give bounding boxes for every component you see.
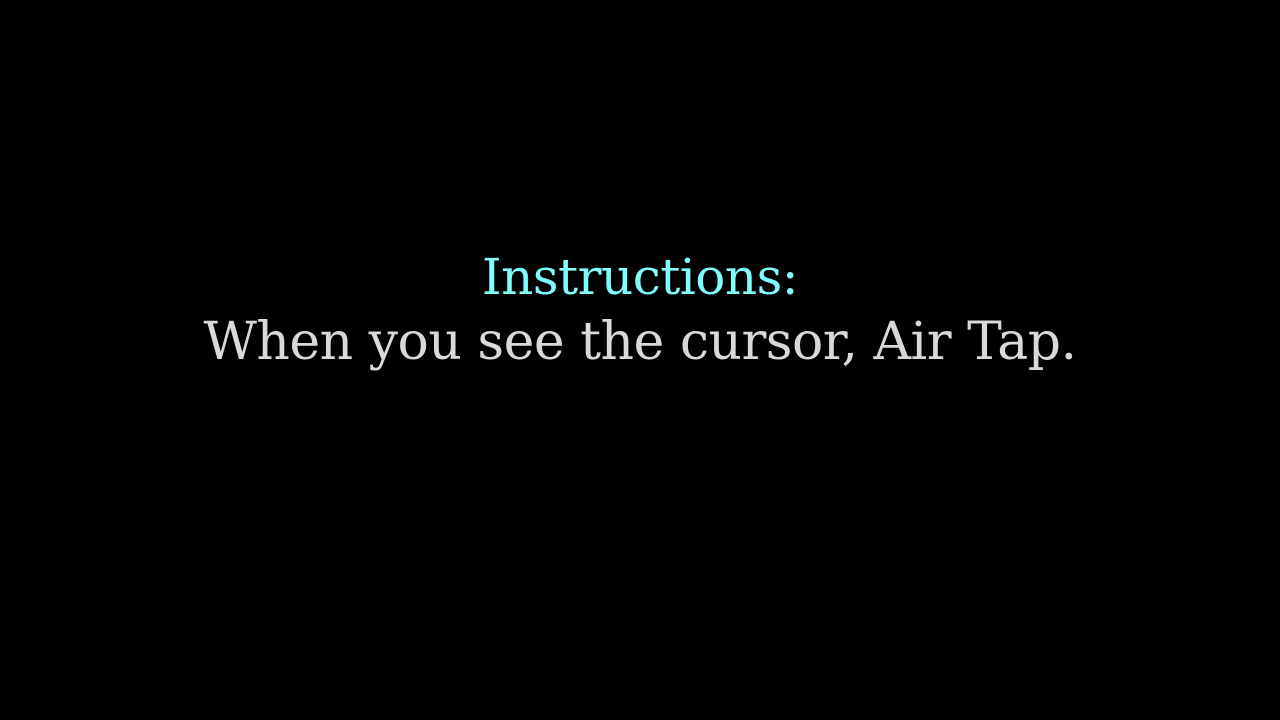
instruction-screen: Instructions: When you see the cursor, A… — [0, 0, 1280, 720]
instructions-heading: Instructions: — [481, 248, 799, 306]
instructions-block: Instructions: When you see the cursor, A… — [0, 246, 1280, 376]
instructions-message: When you see the cursor, Air Tap. — [203, 312, 1077, 372]
